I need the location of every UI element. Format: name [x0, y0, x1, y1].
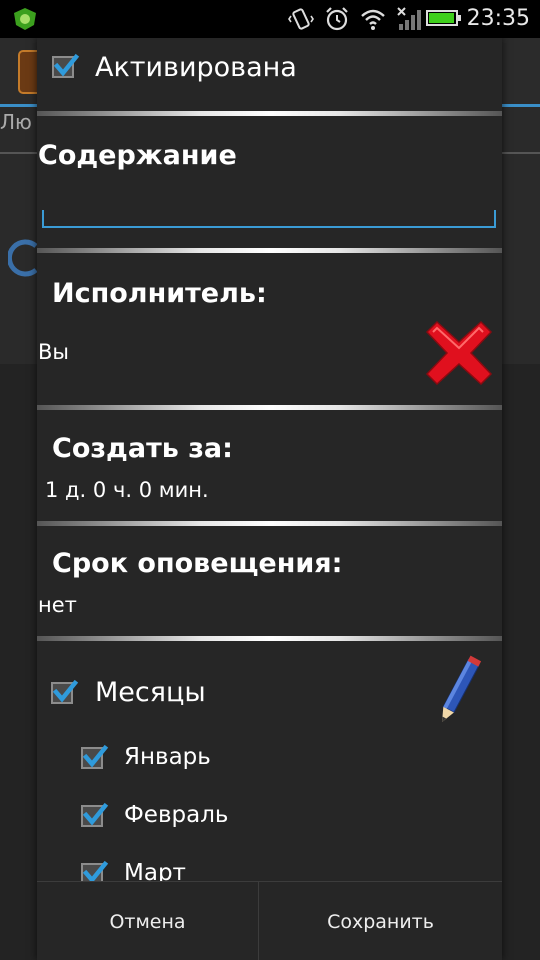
check-icon [82, 744, 109, 768]
divider [37, 248, 502, 253]
divider [37, 111, 502, 116]
refresh-icon [8, 239, 38, 277]
divider [37, 636, 502, 641]
executor-value: Вы [38, 340, 69, 364]
months-label: Месяцы [95, 677, 206, 708]
battery-icon [426, 10, 461, 26]
reminder-dialog: Активирована Содержание Исполнитель: Вы … [37, 38, 502, 960]
notify-deadline-title: Срок оповещения: [52, 548, 343, 579]
delete-icon[interactable] [421, 316, 497, 390]
vibrate-icon [288, 6, 314, 32]
save-button[interactable]: Сохранить [259, 882, 502, 960]
month-label-february: Февраль [124, 802, 229, 828]
activated-checkbox[interactable] [52, 53, 80, 78]
check-icon [53, 53, 80, 77]
divider [37, 521, 502, 526]
status-bar: 23:35 [0, 0, 540, 38]
wifi-icon [360, 6, 386, 32]
cancel-button[interactable]: Отмена [37, 882, 259, 960]
months-checkbox[interactable] [51, 679, 79, 704]
edit-pencil-icon[interactable] [435, 654, 481, 730]
signal-icon [396, 6, 422, 32]
status-time: 23:35 [466, 6, 530, 31]
month-checkbox-january[interactable] [81, 744, 109, 769]
check-icon [52, 679, 79, 703]
check-icon [82, 802, 109, 826]
create-before-title: Создать за: [52, 433, 233, 464]
background-tab-label: Лю [0, 110, 32, 134]
executor-title: Исполнитель: [52, 278, 267, 309]
divider [37, 405, 502, 410]
activated-label: Активирована [95, 52, 297, 83]
alarm-icon [324, 6, 350, 32]
dialog-button-bar: Отмена Сохранить [37, 881, 502, 960]
notify-deadline-value: нет [38, 593, 77, 617]
month-label-january: Январь [124, 744, 211, 770]
month-checkbox-february[interactable] [81, 802, 109, 827]
create-before-value: 1 д. 0 ч. 0 мин. [45, 478, 209, 502]
app-notification-icon [14, 8, 36, 30]
content-input[interactable] [42, 210, 496, 228]
content-title: Содержание [38, 140, 237, 171]
